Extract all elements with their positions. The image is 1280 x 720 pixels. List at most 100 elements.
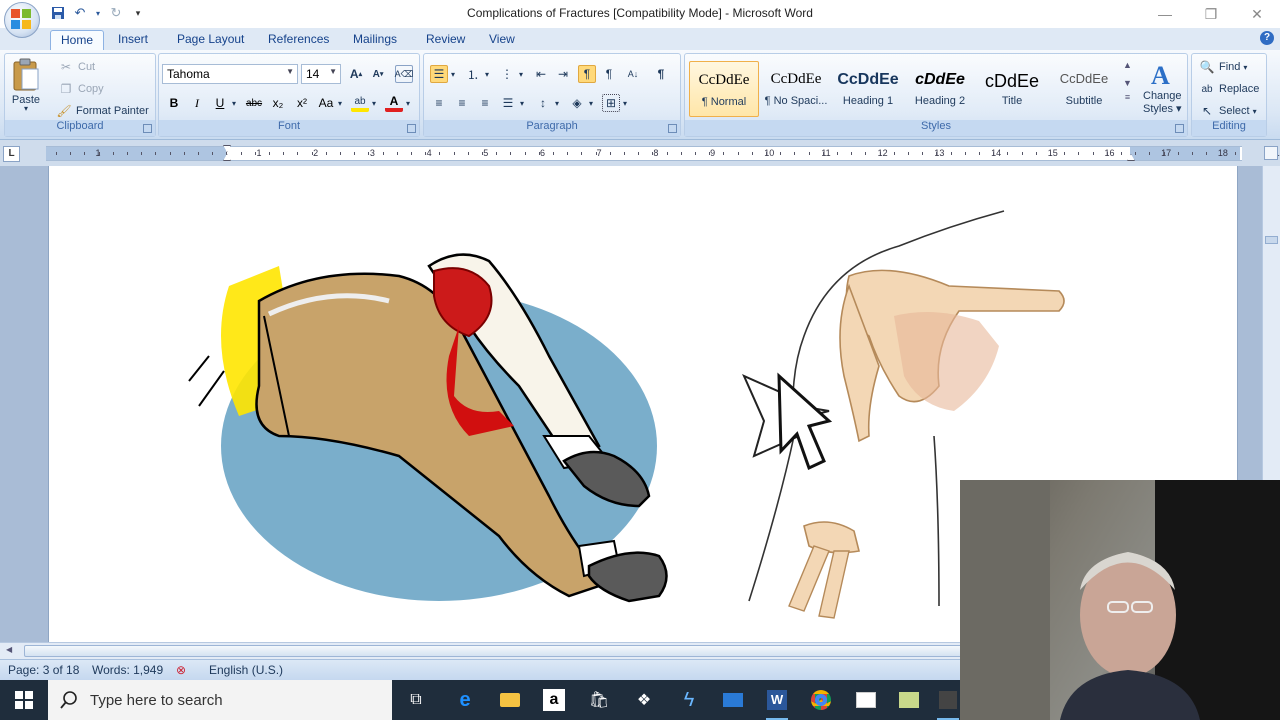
tab-selector[interactable]: L	[3, 146, 20, 162]
highlight-button[interactable]: ab ▾	[351, 94, 376, 112]
bold-button[interactable]: B	[165, 94, 183, 112]
restore-button[interactable]: ❐	[1188, 0, 1234, 28]
subscript-button[interactable]: x₂	[269, 94, 287, 112]
tab-page-layout[interactable]: Page Layout	[167, 30, 254, 50]
select-button[interactable]: ↖ Select ▾	[1198, 102, 1257, 120]
word-count[interactable]: Words: 1,949	[92, 663, 163, 677]
tab-view[interactable]: View	[479, 30, 525, 50]
ruler-tick	[1234, 152, 1236, 155]
show-formatting-button[interactable]: ¶	[652, 65, 670, 83]
copy-button[interactable]: ❐ Copy	[57, 80, 104, 98]
scroll-up-icon[interactable]: ▲	[1123, 60, 1132, 70]
shading-button[interactable]: ◈ ▾	[568, 94, 593, 112]
format-painter-button[interactable]: 🖌 Format Painter	[55, 102, 148, 120]
scroll-left-icon[interactable]: ◀	[6, 645, 12, 654]
editing-group: 🔍 Find ▾ ab Replace ↖ Select ▾ Editing	[1191, 53, 1267, 137]
tab-insert[interactable]: Insert	[108, 30, 158, 50]
ltr-button[interactable]: ¶	[578, 65, 596, 83]
rtl-button[interactable]: ¶	[600, 65, 618, 83]
more-styles-icon[interactable]: ≡	[1125, 92, 1130, 102]
office-button[interactable]	[4, 2, 40, 38]
tab-review[interactable]: Review	[416, 30, 475, 50]
view-ruler-icon[interactable]	[1264, 146, 1278, 160]
style-subtitle[interactable]: CcDdEe Subtitle	[1049, 61, 1119, 117]
subscript-icon: x₂	[272, 96, 284, 110]
word-icon[interactable]: W	[762, 686, 792, 720]
clipboard-dialog-launcher-icon[interactable]	[143, 124, 152, 133]
borders-button[interactable]: ⊞ ▾	[602, 94, 627, 112]
ruler-tick	[1220, 152, 1222, 155]
strikethrough-button[interactable]: abc	[245, 94, 263, 112]
paragraph-dialog-launcher-icon[interactable]	[668, 124, 677, 133]
amazon-icon[interactable]: a	[539, 686, 569, 714]
find-button[interactable]: 🔍 Find ▾	[1198, 58, 1248, 76]
video-app-icon[interactable]	[933, 686, 963, 720]
increase-indent-button[interactable]: ⇥	[554, 65, 572, 83]
sort-button[interactable]: A↓	[624, 65, 642, 83]
font-size-box[interactable]: 14 ▼	[301, 64, 341, 84]
align-right-button[interactable]: ≡	[476, 94, 494, 112]
line-spacing-button[interactable]: ↕ ▾	[534, 94, 559, 112]
horizontal-ruler[interactable]: 112345678910111213141516171819	[46, 145, 1280, 161]
dropbox-icon[interactable]: ❖	[629, 686, 659, 714]
proofing-icon[interactable]: ⊗	[176, 663, 186, 677]
styles-dialog-launcher-icon[interactable]	[1175, 124, 1184, 133]
style-title[interactable]: cDdEe Title	[977, 61, 1047, 117]
ruler-tick	[865, 152, 867, 155]
cut-button[interactable]: ✂ Cut	[57, 58, 95, 76]
cut-label: Cut	[78, 61, 96, 73]
scroll-down-icon[interactable]: ▼	[1123, 78, 1132, 88]
editing-group-label: Editing	[1192, 120, 1266, 136]
photos-icon[interactable]	[851, 686, 881, 714]
change-case-button[interactable]: Aa ▾	[317, 94, 342, 112]
vs-icon[interactable]: ϟ	[674, 686, 704, 714]
store-icon[interactable]: 🛍	[584, 686, 614, 714]
ruler-number: 4	[426, 148, 432, 158]
ruler-tick	[496, 152, 498, 155]
font-color-button[interactable]: A ▾	[385, 94, 410, 112]
language[interactable]: English (U.S.)	[209, 663, 283, 677]
shrink-font-button[interactable]: A ▾	[369, 65, 387, 83]
mail-icon[interactable]	[718, 686, 748, 714]
paste-button[interactable]: Paste ▾	[11, 58, 41, 113]
italic-button[interactable]: I	[188, 94, 206, 112]
replace-button[interactable]: ab Replace	[1198, 80, 1259, 98]
style-heading-1[interactable]: CcDdEe Heading 1	[833, 61, 903, 117]
align-left-button[interactable]: ≡	[430, 94, 448, 112]
chrome-icon[interactable]	[806, 686, 836, 714]
vertical-scroll-thumb[interactable]	[1265, 236, 1278, 244]
styles-scroll[interactable]: ▲ ▼ ≡	[1123, 60, 1132, 102]
change-styles-button[interactable]: A Change Styles ▾	[1143, 60, 1182, 115]
font-dialog-launcher-icon[interactable]	[407, 124, 416, 133]
bullets-button[interactable]: ☰ ▾	[430, 65, 455, 83]
minimize-button[interactable]: —	[1142, 0, 1188, 28]
close-button[interactable]: ✕	[1234, 0, 1280, 28]
style-preview: CcDdEe	[837, 71, 899, 88]
tab-mailings[interactable]: Mailings	[343, 30, 407, 50]
decrease-indent-button[interactable]: ⇤	[532, 65, 550, 83]
task-view-icon[interactable]: ⧉	[401, 686, 431, 714]
taskbar-search-box[interactable]: Type here to search	[48, 680, 392, 720]
justify-button[interactable]: ☰ ▾	[499, 94, 524, 112]
grow-font-button[interactable]: A ▴	[347, 65, 365, 83]
ruler-tick	[1106, 152, 1108, 155]
multilevel-list-button[interactable]: ⋮ ▾	[498, 65, 523, 83]
align-center-button[interactable]: ≡	[453, 94, 471, 112]
ruler-tick	[1092, 152, 1094, 155]
tab-home[interactable]: Home	[50, 30, 105, 50]
font-name-box[interactable]: Tahoma ▼	[162, 64, 298, 84]
page-count[interactable]: Page: 3 of 18	[8, 663, 79, 677]
help-icon[interactable]: ?	[1260, 31, 1274, 45]
file-explorer-icon[interactable]	[495, 686, 525, 714]
numbering-button[interactable]: ⒈ ▾	[464, 65, 489, 83]
clear-formatting-button[interactable]: A⌫	[395, 65, 413, 83]
notes-icon[interactable]	[894, 686, 924, 714]
edge-icon[interactable]: e	[450, 686, 480, 714]
start-button[interactable]	[0, 680, 48, 720]
style-no-spacing[interactable]: CcDdEe ¶ No Spaci...	[761, 61, 831, 117]
style-heading-2[interactable]: cDdEe Heading 2	[905, 61, 975, 117]
style-normal[interactable]: CcDdEe ¶ Normal	[689, 61, 759, 117]
superscript-button[interactable]: x²	[293, 94, 311, 112]
tab-references[interactable]: References	[258, 30, 339, 50]
underline-button[interactable]: U ▾	[211, 94, 236, 112]
